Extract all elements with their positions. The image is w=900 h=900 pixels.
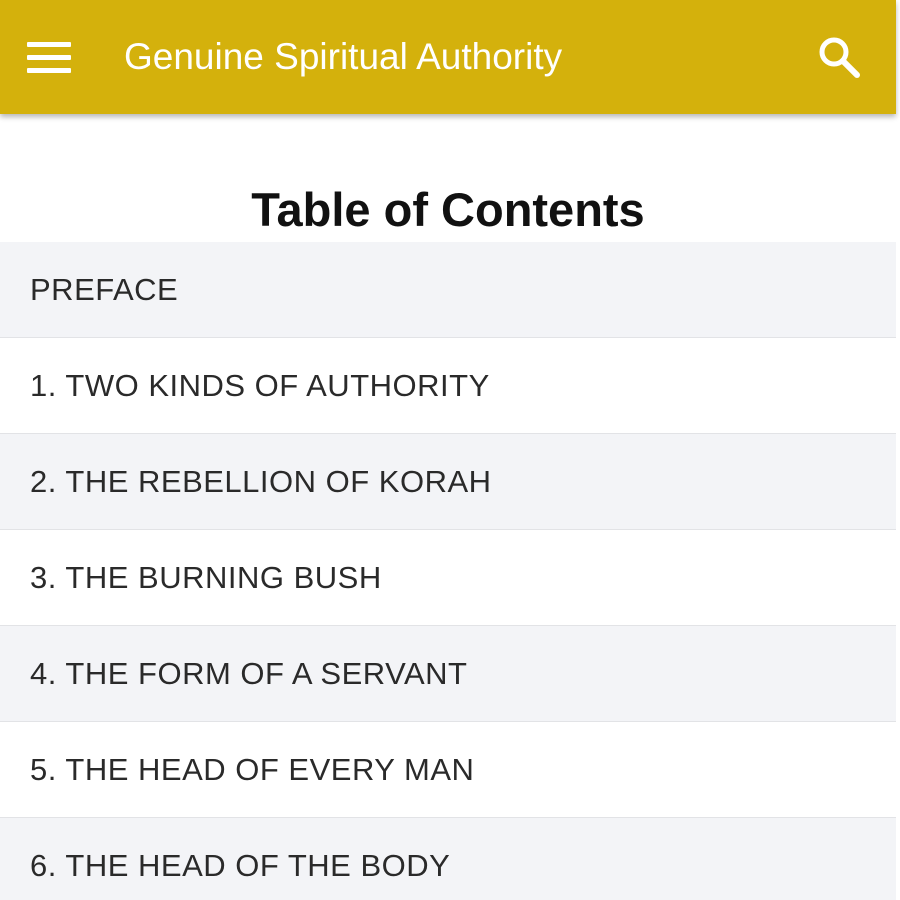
toc-item-chapter-1[interactable]: 1. TWO KINDS OF AUTHORITY <box>0 338 896 434</box>
toc-item-chapter-6[interactable]: 6. THE HEAD OF THE BODY <box>0 818 896 900</box>
app-title: Genuine Spiritual Authority <box>124 36 563 77</box>
app-screen: Genuine Spiritual Authority Table of Con… <box>0 0 900 900</box>
toc-item-chapter-4[interactable]: 4. THE FORM OF A SERVANT <box>0 626 896 722</box>
toc-item-chapter-2[interactable]: 2. THE REBELLION OF KORAH <box>0 434 896 530</box>
hamburger-menu-icon <box>27 42 71 73</box>
search-icon <box>819 37 860 78</box>
menu-button[interactable] <box>18 26 80 88</box>
toc-list: PREFACE 1. TWO KINDS OF AUTHORITY 2. THE… <box>0 242 896 900</box>
toc-item-chapter-5[interactable]: 5. THE HEAD OF EVERY MAN <box>0 722 896 818</box>
toc-item-chapter-3[interactable]: 3. THE BURNING BUSH <box>0 530 896 626</box>
app-bar: Genuine Spiritual Authority <box>0 0 896 114</box>
search-button[interactable] <box>808 26 870 88</box>
toc-item-preface[interactable]: PREFACE <box>0 242 896 338</box>
